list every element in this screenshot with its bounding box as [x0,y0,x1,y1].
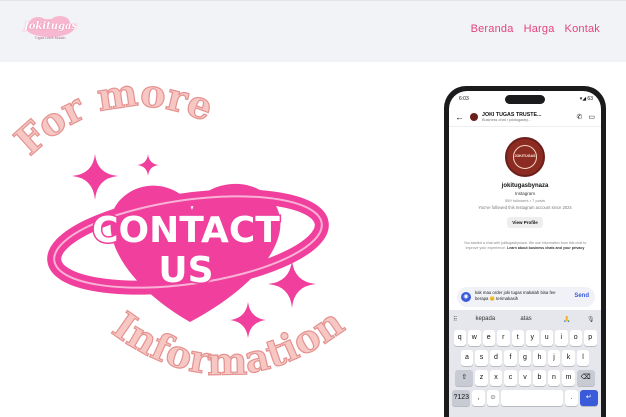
keyboard-key[interactable]: x [489,370,503,386]
keyboard-key[interactable]: s [475,350,488,366]
keyboard-key[interactable]: p [584,330,597,346]
microphone-icon[interactable]: 🎙 [587,316,599,323]
status-time: 6:03 [459,96,469,102]
keyboard-key[interactable]: k [562,350,575,366]
suggestion-word[interactable]: kepada [465,316,506,322]
keyboard-key[interactable]: f [504,350,517,366]
keyboard-key[interactable]: ⌫ [576,370,595,386]
us-title: US [158,250,213,291]
space-key[interactable] [501,390,564,406]
privacy-link[interactable]: Learn about business chats and your priv… [507,246,584,250]
keyboard-key[interactable]: g [518,350,532,366]
contact-title: CONTACT [92,210,280,251]
site-logo[interactable]: Jokitugas Tugas Lebih Mudah [24,15,78,45]
keyboard-key[interactable]: l [576,350,590,366]
suggestion-emoji[interactable]: 🙏 [546,316,587,323]
nav-harga[interactable]: Harga [524,23,555,35]
apps-grid-icon[interactable]: ⠿ [453,316,465,323]
keyboard-key[interactable]: ☺ [486,390,500,406]
keyboard-key[interactable]: , [472,390,485,406]
chat-actions: ✆ ▭ [577,113,596,121]
keyboard-key[interactable]: ↵ [579,390,598,406]
profile-followed-since: You've followed this Instagram account s… [478,205,572,210]
site-header: Jokitugas Tugas Lebih Mudah Beranda Harg… [0,0,626,62]
avatar-label: JOKITUGAS [514,154,536,158]
contact-us-illustration: For more CONTACT US Information [5,69,352,385]
keyboard-key[interactable]: m [562,370,575,386]
logo-tagline: Tugas Lebih Mudah [34,36,66,40]
message-composer: ◉ kak mau order joki tugas makalah bisa … [457,287,595,307]
phone-mockup: 6:03 ▾◢ 63 ← JOKI TUGAS TRUSTE... Busine… [444,86,606,417]
keyboard-row-3: ⇧ z x c v b n m ⌫ [449,370,601,386]
video-call-icon[interactable]: ▭ [588,113,595,121]
nav-kontak[interactable]: Kontak [565,23,600,35]
message-app-icon[interactable]: ◉ [461,292,471,302]
keyboard-key[interactable]: d [489,350,503,366]
keyboard-key[interactable]: v [518,370,532,386]
chat-avatar[interactable] [470,112,478,121]
profile-name: jokitugasbynaza [501,183,549,189]
profile-avatar[interactable]: JOKITUGAS [505,137,545,177]
profile-stats: 559 followers • 7 posts [504,198,546,203]
keyboard-key[interactable]: y [526,330,539,346]
keyboard-key[interactable]: e [482,330,495,346]
sparkle-icon [230,302,266,338]
back-arrow-icon[interactable]: ← [455,112,464,122]
keyboard-key[interactable]: o [569,330,582,346]
keyboard-key[interactable]: h [533,350,546,366]
keyboard-key[interactable]: i [555,330,568,346]
send-button[interactable]: Send [574,293,589,299]
keyboard-key[interactable]: u [540,330,553,346]
keyboard-key[interactable]: z [475,370,488,386]
main-nav: Beranda Harga Kontak [471,23,600,35]
phone-screen: 6:03 ▾◢ 63 ← JOKI TUGAS TRUSTE... Busine… [449,91,601,417]
view-profile-button[interactable]: View Profile [507,217,543,228]
keyboard-row-1: qwertyuiop [449,330,601,346]
keyboard-key[interactable]: q [453,330,466,346]
chat-header: ← JOKI TUGAS TRUSTE... Business chat • j… [449,107,601,127]
chat-subtitle: Business chat • jokitugasby... [482,117,531,122]
keyboard-key[interactable]: j [547,350,561,366]
keyboard-key[interactable]: c [504,370,517,386]
status-indicators: ▾◢ 63 [579,96,593,102]
sparkle-icon [137,154,159,176]
business-chat-info: You started a chat with jokitugasbynaza.… [463,241,587,251]
chat-title-block[interactable]: JOKI TUGAS TRUSTE... Business chat • jok… [482,112,552,122]
suggestion-bar: ⠿ kepada atas 🙏 🎙 [449,312,601,326]
keyboard-key[interactable]: a [460,350,474,366]
profile-platform: Instagram [514,191,535,196]
nav-beranda[interactable]: Beranda [471,23,514,35]
keyboard-key[interactable]: w [468,330,481,346]
logo-name: Jokitugas [24,21,78,32]
keyboard-key[interactable]: t [511,330,524,346]
keyboard-row-4: ?123, ☺. ↵ [449,390,601,406]
on-screen-keyboard: ⠿ kepada atas 🙏 🎙 qwertyuiop asdfghjkl ⇧… [449,310,601,417]
message-input[interactable]: kak mau order joki tugas makalah bisa fe… [475,290,567,302]
keyboard-key[interactable]: ⇧ [455,370,474,386]
keyboard-key[interactable]: n [547,370,561,386]
keyboard-key[interactable]: ?123 [452,390,471,406]
status-bar: 6:03 ▾◢ 63 [459,96,593,102]
sparkle-icon [72,154,118,200]
keyboard-key[interactable]: . [565,390,578,406]
keyboard-key[interactable]: b [533,370,546,386]
for-more-caption: For more [6,69,220,163]
phone-call-icon[interactable]: ✆ [577,113,583,121]
suggestion-word[interactable]: atas [506,316,547,322]
keyboard-row-2: asdfghjkl [449,350,601,366]
information-caption: Information [105,299,352,384]
keyboard-key[interactable]: r [497,330,510,346]
